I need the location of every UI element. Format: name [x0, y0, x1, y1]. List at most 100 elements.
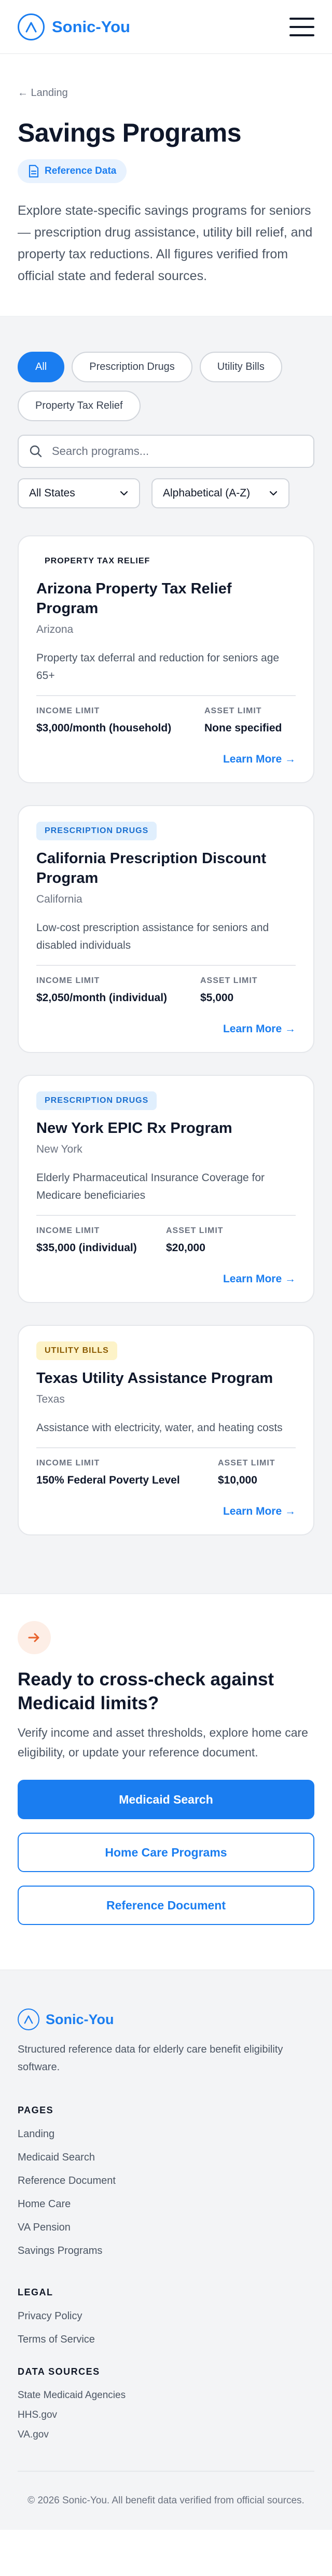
card-divider: [36, 965, 296, 966]
footer-legal-heading: LEGAL: [18, 2287, 53, 2297]
program-title: New York EPIC Rx Program: [36, 1120, 232, 1137]
footer-link-privacy-policy[interactable]: Privacy Policy: [18, 2310, 82, 2322]
footer-divider: [18, 2471, 314, 2472]
sort-select[interactable]: Alphabetical (A-Z): [151, 478, 289, 508]
income-limit-value: 150% Federal Poverty Level: [36, 1474, 180, 1486]
limits-row: INCOME LIMIT $35,000 (individual) ASSET …: [36, 1226, 296, 1254]
income-limit-label: INCOME LIMIT: [36, 976, 100, 985]
data-source-item: State Medicaid Agencies: [18, 2390, 126, 2401]
program-card: PRESCRIPTION DRUGS New York EPIC Rx Prog…: [18, 1075, 314, 1303]
program-card: UTILITY BILLS Texas Utility Assistance P…: [18, 1325, 314, 1535]
chip-property-tax-relief[interactable]: Property Tax Relief: [18, 391, 141, 421]
cta-description: Verify income and asset thresholds, expl…: [18, 1726, 308, 1759]
category-chips: All Prescription Drugs Utility Bills Pro…: [18, 352, 314, 421]
asset-limit: ASSET LIMIT $10,000: [218, 1459, 296, 1487]
learn-more-link[interactable]: Learn More →: [36, 1273, 296, 1285]
footer-link-medicaid-search[interactable]: Medicaid Search: [18, 2152, 95, 2163]
income-limit: INCOME LIMIT $35,000 (individual): [36, 1226, 137, 1254]
card-divider: [36, 695, 296, 696]
home-care-programs-button[interactable]: Home Care Programs: [18, 1833, 314, 1872]
income-limit-label: INCOME LIMIT: [36, 707, 100, 715]
program-title: Texas Utility Assistance Program: [36, 1370, 273, 1387]
state-select[interactable]: All States: [18, 478, 140, 508]
program-state: Texas: [36, 1393, 65, 1405]
asset-limit: ASSET LIMIT $5,000: [200, 976, 296, 1004]
hamburger-menu-icon[interactable]: [289, 17, 314, 36]
asset-limit-value: None specified: [204, 722, 282, 734]
chip-prescription-drugs[interactable]: Prescription Drugs: [72, 352, 192, 382]
sort-select-value: Alphabetical (A-Z): [163, 487, 251, 499]
program-description: Property tax deferral and reduction for …: [36, 652, 280, 682]
site-footer: Sonic-You Structured reference data for …: [0, 1970, 332, 2530]
limits-row: INCOME LIMIT $3,000/month (household) AS…: [36, 707, 296, 735]
footer-pages-list: Landing Medicaid Search Reference Docume…: [18, 2128, 314, 2257]
category-badge: PRESCRIPTION DRUGS: [36, 822, 157, 840]
income-limit: INCOME LIMIT $3,000/month (household): [36, 707, 171, 735]
program-title: California Prescription Discount Program: [36, 850, 267, 887]
page-title: Savings Programs: [18, 118, 242, 147]
income-limit-value: $3,000/month (household): [36, 722, 172, 734]
search-icon: [30, 445, 42, 458]
brand[interactable]: Sonic-You: [18, 13, 130, 40]
program-title: Arizona Property Tax Relief Program: [36, 580, 232, 617]
brand-logo-icon: [18, 13, 45, 40]
cta-section: Ready to cross-check against Medicaid li…: [0, 1594, 332, 1970]
income-limit-value: $35,000 (individual): [36, 1242, 137, 1254]
page-description: Explore state-specific savings programs …: [18, 203, 313, 283]
search-input[interactable]: [52, 445, 303, 458]
asset-limit-value: $5,000: [200, 992, 234, 1004]
card-divider: [36, 1215, 296, 1216]
chip-all[interactable]: All: [18, 352, 65, 382]
category-badge: PRESCRIPTION DRUGS: [36, 1091, 157, 1110]
program-state: California: [36, 893, 82, 905]
asset-limit-label: ASSET LIMIT: [166, 1226, 224, 1235]
program-card-list: PROPERTY TAX RELIEF Arizona Property Tax…: [18, 535, 314, 1535]
learn-more-link[interactable]: Learn More →: [36, 1505, 296, 1518]
asset-limit-value: $10,000: [218, 1474, 257, 1486]
chevron-down-icon: [269, 491, 278, 496]
footer-link-terms-of-service[interactable]: Terms of Service: [18, 2334, 95, 2345]
state-select-value: All States: [29, 487, 75, 499]
asset-limit: ASSET LIMIT None specified: [204, 707, 296, 735]
data-source-item: VA.gov: [18, 2429, 49, 2440]
footer-link-home-care[interactable]: Home Care: [18, 2198, 71, 2210]
footer-link-savings-programs[interactable]: Savings Programs: [18, 2245, 102, 2256]
search-box: [18, 435, 314, 468]
footer-pages-heading: PAGES: [18, 2105, 54, 2115]
income-limit-label: INCOME LIMIT: [36, 1226, 100, 1235]
program-description: Assistance with electricity, water, and …: [36, 1422, 283, 1434]
footer-logo-icon: [18, 2009, 39, 2030]
card-divider: [36, 1447, 296, 1448]
footer-sources-heading: DATA SOURCES: [18, 2366, 100, 2377]
medicaid-search-button[interactable]: Medicaid Search: [18, 1780, 314, 1819]
program-description: Low-cost prescription assistance for sen…: [36, 922, 269, 951]
reference-document-button[interactable]: Reference Document: [18, 1886, 314, 1925]
income-limit: INCOME LIMIT 150% Federal Poverty Level: [36, 1459, 180, 1487]
limits-row: INCOME LIMIT $2,050/month (individual) A…: [36, 976, 296, 1004]
programs-section: All Prescription Drugs Utility Bills Pro…: [0, 316, 332, 1594]
footer-brand-name: Sonic-You: [46, 2011, 114, 2027]
asset-limit: ASSET LIMIT $20,000: [166, 1226, 296, 1254]
footer-link-landing[interactable]: Landing: [18, 2128, 54, 2140]
program-description: Elderly Pharmaceutical Insurance Coverag…: [36, 1172, 265, 1201]
footer-link-va-pension[interactable]: VA Pension: [18, 2222, 71, 2233]
footer-link-reference-document[interactable]: Reference Document: [18, 2175, 116, 2186]
back-to-landing-link[interactable]: ← Landing: [18, 87, 68, 99]
filter-selects: All States Alphabetical (A-Z): [18, 478, 314, 508]
chip-utility-bills[interactable]: Utility Bills: [199, 352, 282, 382]
footer-brand[interactable]: Sonic-You: [18, 2009, 314, 2030]
learn-more-link[interactable]: Learn More →: [36, 1023, 296, 1035]
hero-section: ← Landing Savings Programs Reference Dat…: [0, 54, 332, 316]
reference-data-label: Reference Data: [45, 165, 117, 176]
brand-name: Sonic-You: [52, 17, 130, 36]
footer-description: Structured reference data for elderly ca…: [18, 2044, 283, 2073]
program-state: Arizona: [36, 624, 74, 635]
footer-legal-list: Privacy Policy Terms of Service: [18, 2310, 314, 2346]
footer-sources-list: State Medicaid Agencies HHS.gov VA.gov: [18, 2390, 314, 2441]
cta-title: Ready to cross-check against Medicaid li…: [18, 1669, 274, 1713]
learn-more-link[interactable]: Learn More →: [36, 753, 296, 766]
arrow-right-icon: [18, 1621, 51, 1654]
asset-limit-value: $20,000: [166, 1242, 205, 1254]
copyright-text: © 2026 Sonic-You. All benefit data verif…: [27, 2495, 305, 2506]
program-card: PRESCRIPTION DRUGS California Prescripti…: [18, 805, 314, 1053]
